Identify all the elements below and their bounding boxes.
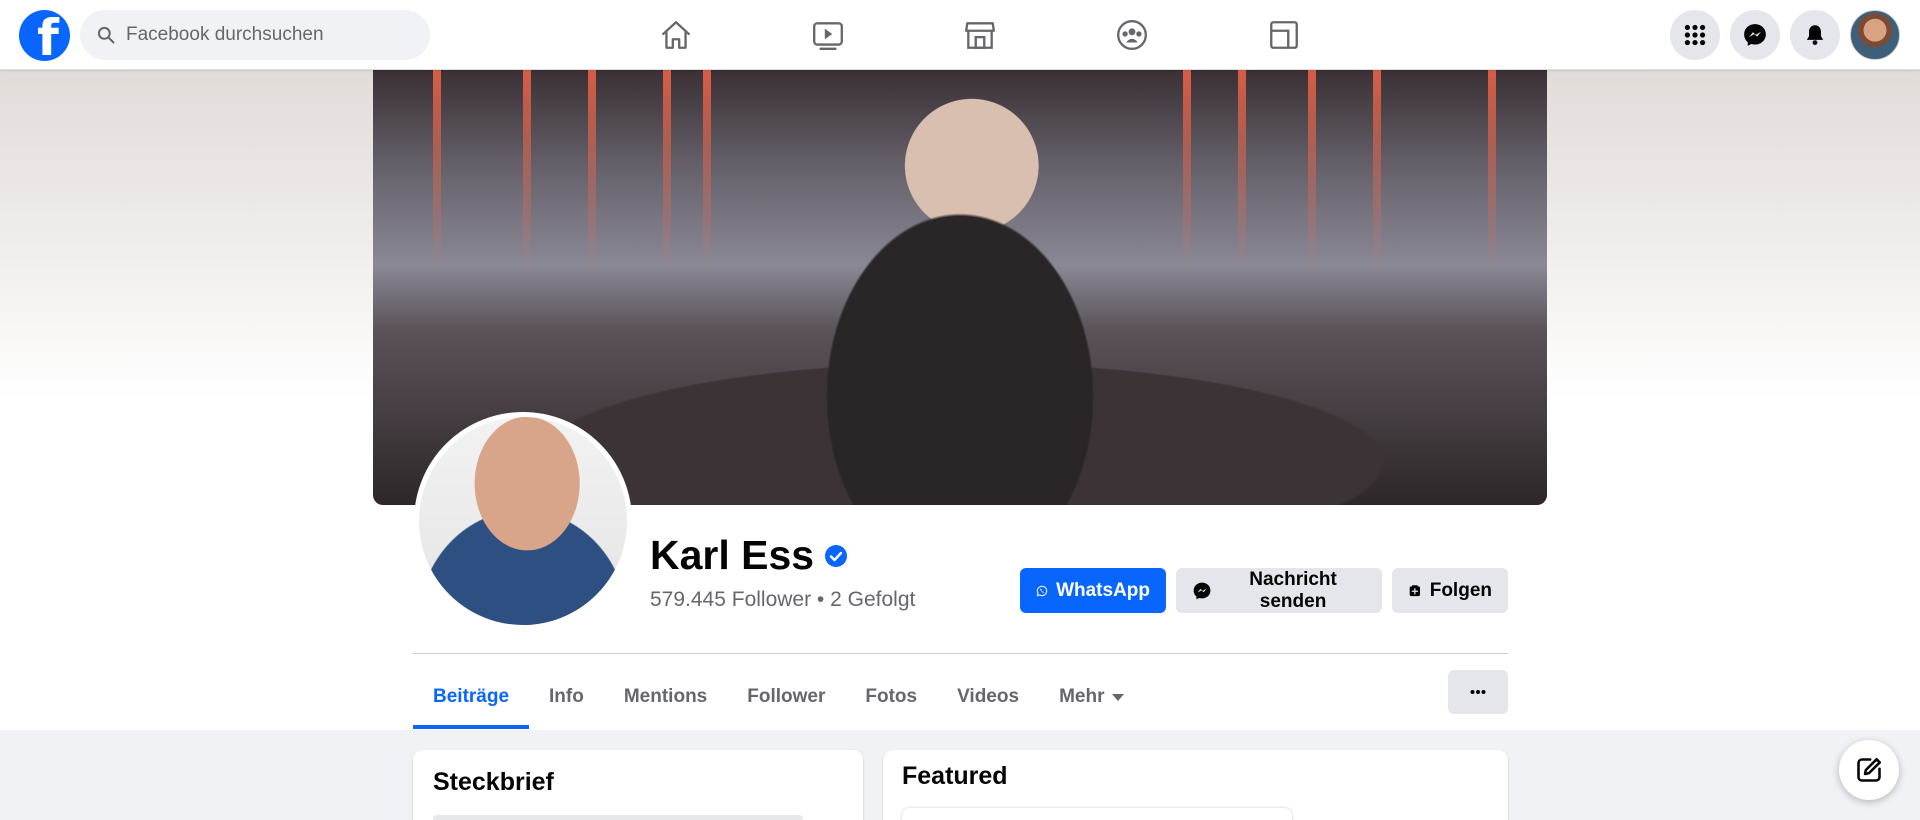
tab-label: Info bbox=[549, 686, 584, 707]
compose-icon bbox=[1857, 757, 1882, 782]
featured-item[interactable] bbox=[902, 808, 1292, 820]
stage-light bbox=[433, 70, 441, 270]
tab-label: Mentions bbox=[623, 686, 708, 707]
tab-label: Videos bbox=[957, 686, 1020, 707]
follow-button[interactable]: Folgen bbox=[1392, 568, 1508, 613]
follower-stats[interactable]: 579.445 Follower • 2 Gefolgt bbox=[650, 588, 915, 612]
follow-label: Folgen bbox=[1429, 579, 1492, 601]
account-controls bbox=[1670, 10, 1900, 60]
tab-beitraege[interactable]: Beiträge bbox=[413, 665, 530, 729]
stage-light bbox=[1308, 70, 1316, 270]
send-message-label: Nachricht senden bbox=[1249, 568, 1337, 612]
whatsapp-button-label: WhatsApp bbox=[1056, 579, 1150, 601]
header-divider bbox=[413, 653, 1508, 654]
top-navigation-bar: f bbox=[0, 0, 1920, 70]
tab-follower[interactable]: Follower bbox=[727, 665, 845, 729]
tab-fotos[interactable]: Fotos bbox=[845, 665, 937, 729]
tab-videos[interactable]: Videos bbox=[937, 665, 1039, 729]
stage-light bbox=[1488, 70, 1496, 270]
ellipsis-icon bbox=[1470, 689, 1486, 695]
steckbrief-card: Steckbrief bbox=[413, 750, 863, 820]
account-avatar[interactable] bbox=[1850, 10, 1900, 60]
search-box[interactable] bbox=[80, 10, 430, 60]
notifications-button[interactable] bbox=[1790, 10, 1840, 60]
stage-light bbox=[588, 70, 596, 270]
facebook-logo-letter: f bbox=[37, 10, 59, 61]
search-icon bbox=[97, 26, 115, 44]
tab-label: Mehr bbox=[1059, 686, 1105, 707]
featured-card: Featured bbox=[883, 750, 1508, 820]
nav-groups[interactable] bbox=[1056, 0, 1208, 70]
profile-name-row: Karl Ess bbox=[650, 532, 848, 579]
stage-light bbox=[1183, 70, 1191, 270]
tab-mentions[interactable]: Mentions bbox=[604, 665, 727, 729]
gaming-icon bbox=[1270, 21, 1298, 49]
nav-marketplace[interactable] bbox=[904, 0, 1056, 70]
facebook-logo-icon[interactable]: f bbox=[19, 10, 70, 61]
tab-label: Follower bbox=[747, 686, 826, 707]
groups-icon bbox=[1117, 20, 1147, 50]
nav-home[interactable] bbox=[600, 0, 752, 70]
menu-grid-icon bbox=[1684, 24, 1706, 46]
nav-video[interactable] bbox=[752, 0, 904, 70]
search-input[interactable] bbox=[126, 24, 406, 46]
verified-badge-icon bbox=[825, 544, 848, 567]
marketplace-icon bbox=[965, 22, 995, 49]
more-options-button[interactable] bbox=[1448, 670, 1508, 714]
stage-light bbox=[703, 70, 711, 270]
messenger-icon bbox=[1193, 582, 1211, 599]
main-nav bbox=[600, 0, 1360, 70]
send-message-button[interactable]: Nachricht senden bbox=[1176, 568, 1382, 613]
stage-light bbox=[523, 70, 531, 270]
stage-light bbox=[1238, 70, 1246, 270]
featured-title: Featured bbox=[902, 762, 1008, 790]
whatsapp-icon bbox=[1036, 585, 1048, 596]
messenger-icon bbox=[1744, 24, 1766, 46]
menu-button[interactable] bbox=[1670, 10, 1720, 60]
home-icon bbox=[662, 21, 690, 49]
profile-picture[interactable] bbox=[414, 412, 632, 630]
tab-label: Beiträge bbox=[433, 686, 510, 707]
steckbrief-title: Steckbrief bbox=[433, 768, 554, 796]
video-icon bbox=[813, 22, 843, 50]
intro-text-placeholder bbox=[433, 815, 803, 820]
bell-icon bbox=[1806, 25, 1824, 45]
messenger-button[interactable] bbox=[1730, 10, 1780, 60]
stage-light bbox=[663, 70, 671, 270]
stage-light bbox=[1373, 70, 1381, 270]
tab-mehr[interactable]: Mehr bbox=[1039, 665, 1144, 729]
follow-plus-icon bbox=[1409, 584, 1421, 596]
nav-gaming[interactable] bbox=[1208, 0, 1360, 70]
new-message-button[interactable] bbox=[1839, 740, 1899, 800]
caret-down-icon bbox=[1112, 693, 1125, 701]
tab-info[interactable]: Info bbox=[529, 665, 604, 729]
whatsapp-button[interactable]: WhatsApp bbox=[1020, 568, 1166, 613]
profile-actions: WhatsApp Nachricht senden Folgen bbox=[1020, 568, 1508, 613]
profile-tabs: Beiträge Info Mentions Follower Fotos Vi… bbox=[413, 665, 1144, 729]
profile-name: Karl Ess bbox=[650, 532, 815, 578]
tab-label: Fotos bbox=[865, 686, 918, 707]
